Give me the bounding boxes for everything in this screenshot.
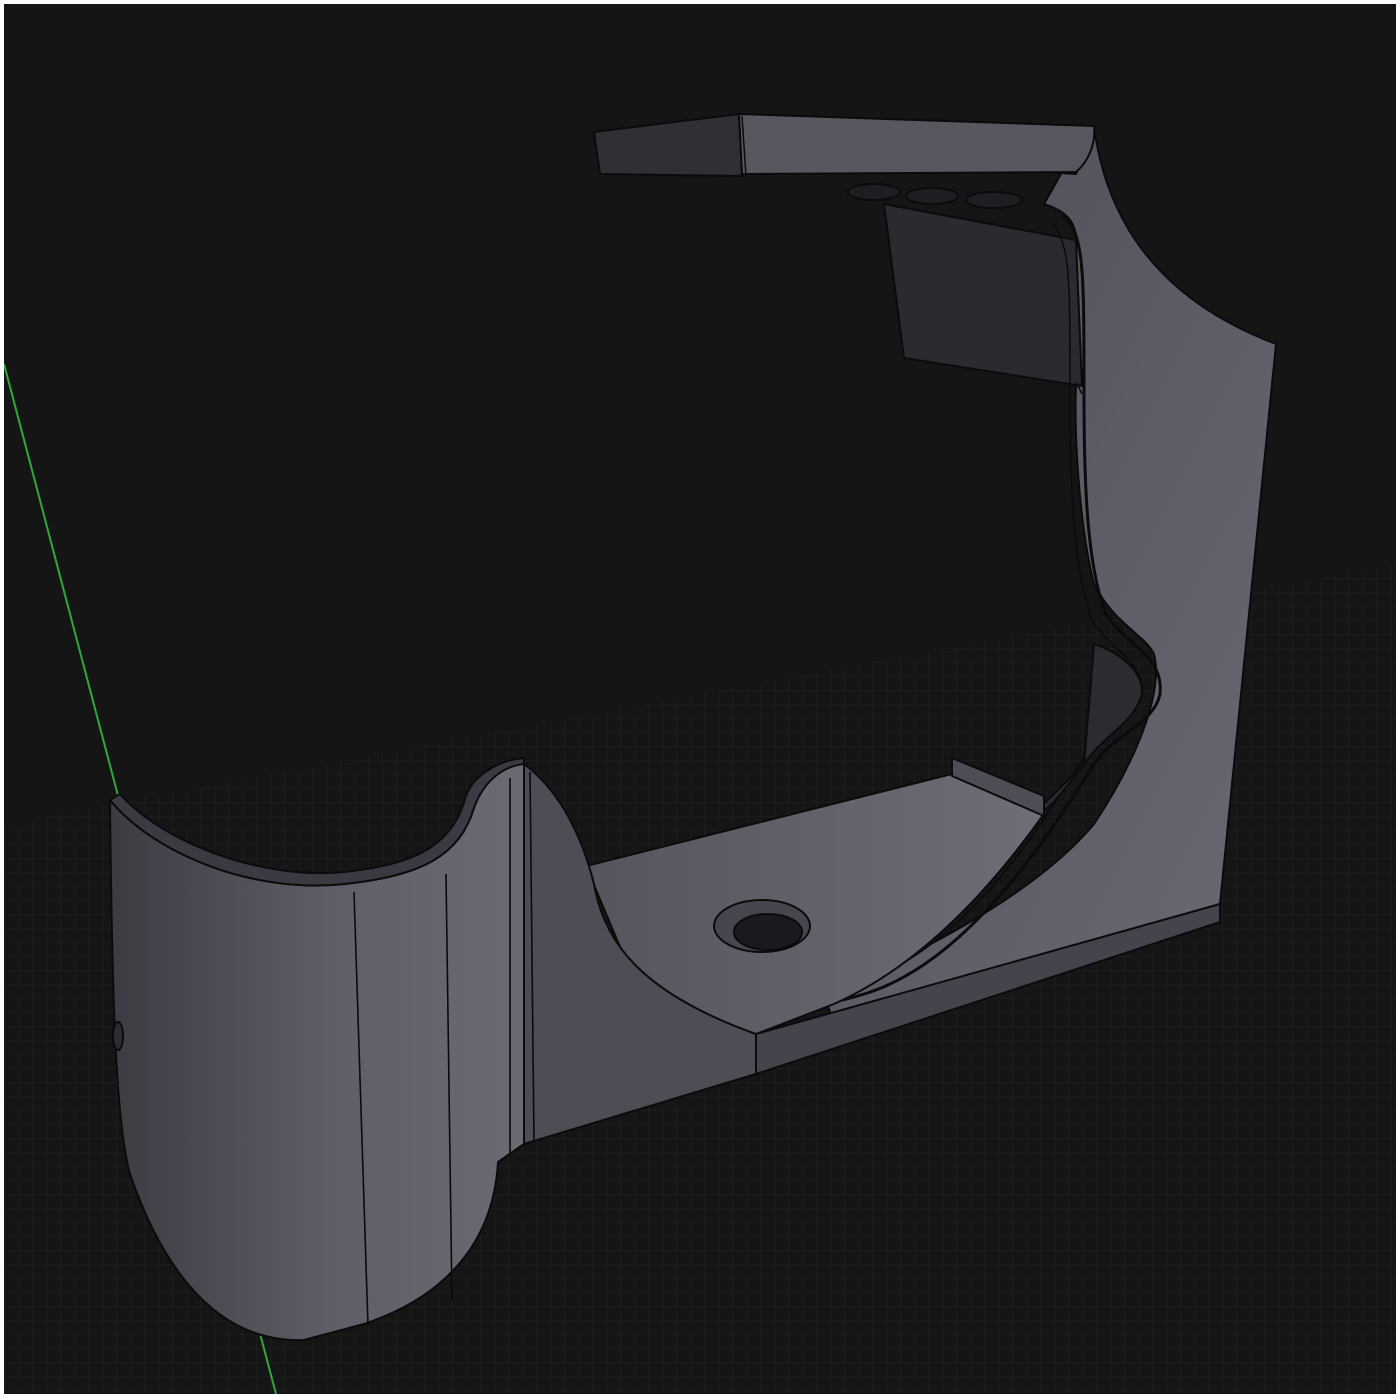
inner-top-recess (883, 203, 1083, 387)
top-hole-2 (905, 187, 959, 205)
top-arm-face[interactable] (593, 113, 743, 177)
top-hole-3 (965, 191, 1023, 209)
cad-3d-viewport[interactable] (4, 4, 1396, 1394)
viewport-canvas[interactable] (4, 4, 1396, 1394)
tripod-mount-hole-inner (733, 913, 803, 951)
top-arm-upper[interactable] (738, 113, 1096, 175)
top-hole-1 (847, 183, 901, 201)
grip-screw (112, 1021, 124, 1051)
